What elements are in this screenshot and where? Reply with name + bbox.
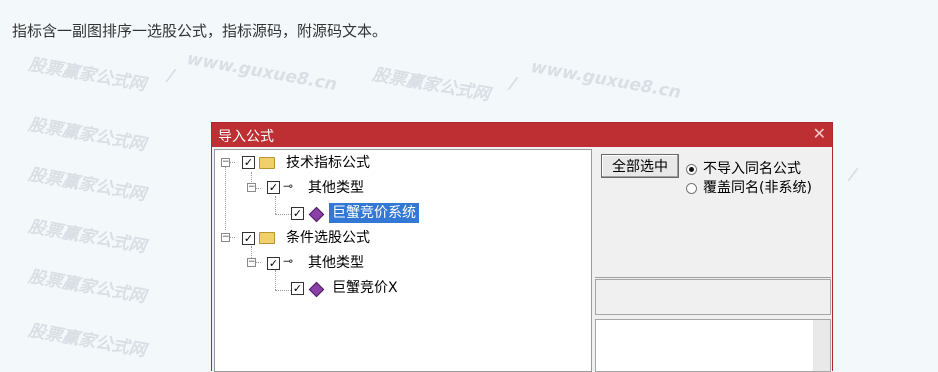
tree-node-technical-indicators[interactable]: − ✓ 技术指标公式: [215, 153, 585, 173]
tree-node-formula[interactable]: ✓ 巨蟹竞价系统: [215, 203, 585, 223]
watermark-brand: 股票赢家公式网: [370, 64, 492, 106]
import-formula-dialog: 导入公式 ✕ − ✓ 技术指标公式 − ✓ ⊸ 其他类型 ✓ 巨蟹竞价系统 − …: [211, 122, 833, 372]
watermark-slash: /: [166, 65, 176, 87]
tree-node-label: 巨蟹竞价系统: [329, 203, 419, 223]
tree-node-label: 其他类型: [308, 180, 364, 196]
folder-icon: [259, 232, 275, 244]
tree-node-stock-screening[interactable]: − ✓ 条件选股公式: [215, 228, 585, 248]
watermark-slash: /: [848, 164, 858, 186]
checkbox-checked-icon[interactable]: ✓: [291, 282, 304, 295]
radio-selected-icon[interactable]: [686, 163, 697, 175]
checkbox-checked-icon[interactable]: ✓: [242, 232, 255, 245]
watermark-brand: 股票赢家公式网: [26, 164, 148, 206]
select-all-button[interactable]: 全部选中: [601, 154, 679, 178]
checkbox-checked-icon[interactable]: ✓: [242, 156, 255, 169]
formula-tree[interactable]: − ✓ 技术指标公式 − ✓ ⊸ 其他类型 ✓ 巨蟹竞价系统 − ✓ 条件选股公…: [214, 149, 592, 372]
option-label: 不导入同名公式: [703, 161, 801, 177]
intro-text: 指标含一副图排序一选股公式，指标源码，附源码文本。: [12, 22, 388, 40]
gem-icon: [308, 206, 325, 223]
watermark-slash: /: [508, 73, 518, 95]
watermark-url: www.guxue8.cn: [529, 56, 683, 104]
tree-node-other-types[interactable]: − ✓ ⊸ 其他类型: [215, 178, 585, 198]
collapse-toggle-icon[interactable]: −: [247, 183, 256, 192]
collapse-toggle-icon[interactable]: −: [221, 233, 230, 242]
gem-icon: [308, 281, 325, 298]
tree-node-formula[interactable]: ✓ 巨蟹竞价X: [215, 278, 585, 298]
option-skip-same-name[interactable]: 不导入同名公式: [686, 158, 801, 178]
checkbox-checked-icon[interactable]: ✓: [267, 257, 280, 270]
checkbox-checked-icon[interactable]: ✓: [267, 181, 280, 194]
tree-node-label: 其他类型: [308, 255, 364, 271]
collapse-toggle-icon[interactable]: −: [221, 158, 230, 167]
dialog-titlebar[interactable]: 导入公式 ✕: [212, 123, 832, 147]
description-box[interactable]: [595, 319, 831, 372]
watermark-brand: 股票赢家公式网: [26, 216, 148, 258]
key-icon: ⊸: [283, 254, 294, 268]
close-icon[interactable]: ✕: [813, 124, 826, 143]
radio-unselected-icon[interactable]: [686, 182, 697, 194]
key-icon: ⊸: [283, 179, 294, 193]
watermark-brand: 股票赢家公式网: [26, 320, 148, 362]
checkbox-checked-icon[interactable]: ✓: [291, 207, 304, 220]
dialog-title: 导入公式: [218, 129, 274, 145]
tree-node-label: 巨蟹竞价X: [332, 280, 398, 296]
option-overwrite-same-name[interactable]: 覆盖同名(非系统): [686, 177, 812, 197]
tree-node-label: 条件选股公式: [286, 230, 370, 246]
divider: [595, 277, 831, 278]
collapse-toggle-icon[interactable]: −: [247, 258, 256, 267]
tree-node-other-types[interactable]: − ✓ ⊸ 其他类型: [215, 253, 585, 273]
folder-icon: [259, 157, 275, 169]
scrollbar[interactable]: [813, 320, 830, 371]
watermark-url: www.guxue8.cn: [185, 48, 339, 96]
watermark-brand: 股票赢家公式网: [26, 266, 148, 308]
watermark-brand: 股票赢家公式网: [26, 54, 148, 96]
info-panel: [595, 279, 831, 315]
option-label: 覆盖同名(非系统): [703, 180, 812, 196]
watermark-brand: 股票赢家公式网: [26, 114, 148, 156]
tree-node-label: 技术指标公式: [286, 155, 370, 171]
